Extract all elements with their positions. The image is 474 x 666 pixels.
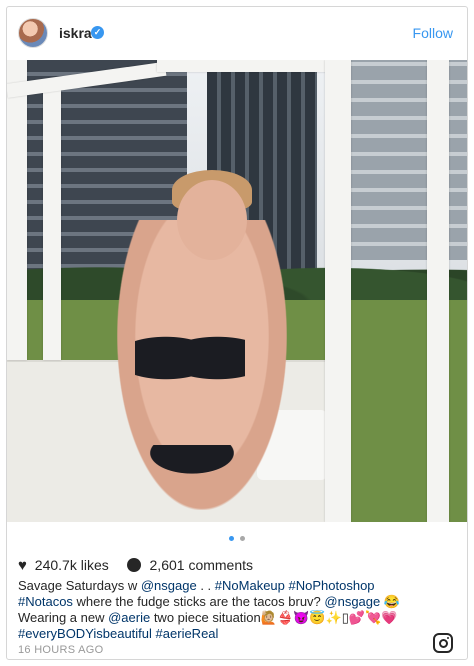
follow-button[interactable]: Follow [413, 25, 453, 41]
photo-cabana-post [7, 60, 27, 360]
post-photo[interactable] [7, 60, 467, 522]
caption-text: two piece situation [150, 610, 261, 625]
verified-badge-icon: ✓ [91, 26, 104, 39]
comment-icon[interactable] [126, 558, 141, 572]
photo-cabana-beam [157, 60, 327, 72]
hashtag-link[interactable]: #everyBODYisbeautiful [18, 626, 152, 641]
photo-person-head [177, 180, 247, 260]
avatar[interactable] [18, 18, 48, 48]
hashtag-link[interactable]: #aerieReal [156, 626, 219, 641]
mention-link[interactable]: @nsgage [324, 594, 380, 609]
username[interactable]: iskra [59, 25, 92, 41]
photo-cabana-post [325, 60, 351, 522]
heart-icon[interactable]: ♥ [18, 557, 27, 574]
photo-cabana-post [43, 90, 61, 360]
carousel-indicator [7, 528, 467, 541]
instagram-post-card: iskra ✓ Follow ♥ 240.7k likes 2,601 comm… [6, 6, 468, 660]
caption-emoji: 😂 [383, 594, 401, 609]
photo-building [347, 60, 467, 260]
photo-bikini-bottom [127, 445, 257, 485]
caption-text: where the fudge sticks are the tacos bru… [72, 594, 325, 609]
post-stats: ♥ 240.7k likes 2,601 comments [18, 557, 253, 574]
caption-text: Wearing a new [18, 610, 109, 625]
photo-cabana-post [427, 60, 449, 522]
hashtag-link[interactable]: #NoMakeup [215, 578, 285, 593]
photo-bikini-top [135, 325, 245, 380]
comments-count[interactable]: 2,601 comments [150, 557, 254, 573]
post-header: iskra ✓ Follow [7, 7, 467, 59]
carousel-dot[interactable] [240, 536, 246, 541]
likes-count[interactable]: 240.7k likes [35, 557, 109, 573]
mention-link[interactable]: @nsgage [141, 578, 197, 593]
hashtag-link[interactable]: #NoPhotoshop [289, 578, 375, 593]
mention-link[interactable]: @aerie [108, 610, 150, 625]
caption-text: Savage Saturdays w [18, 578, 141, 593]
post-caption: Savage Saturdays w @nsgage . . #NoMakeup… [18, 578, 458, 642]
post-timestamp[interactable]: 16 HOURS AGO [18, 644, 104, 656]
hashtag-link[interactable]: #Notacos [18, 594, 73, 609]
caption-emoji: 🙋🏼👙😈😇✨▯💕💘💗 [260, 610, 398, 625]
carousel-dot-active[interactable] [228, 536, 234, 541]
instagram-icon[interactable] [433, 633, 453, 653]
caption-text: . . [196, 578, 215, 593]
